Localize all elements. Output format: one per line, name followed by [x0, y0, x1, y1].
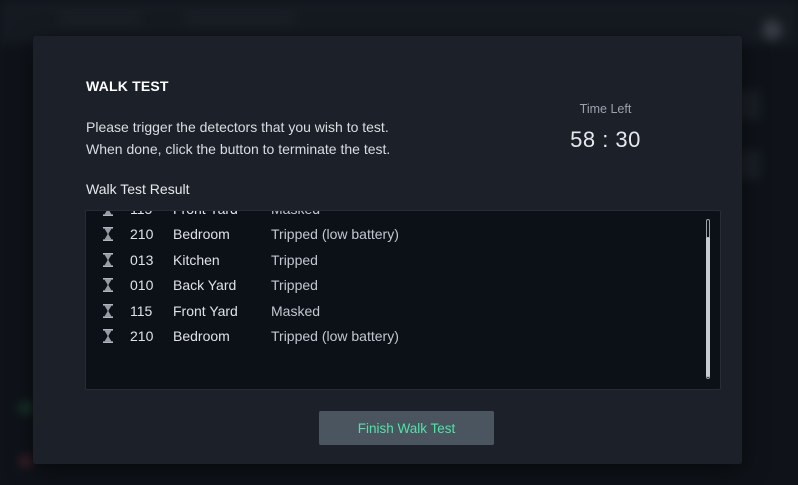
hourglass-icon: [100, 303, 116, 318]
detector-location: Bedroom: [173, 226, 230, 243]
detector-id: 010: [130, 277, 154, 294]
result-rows: 115Front YardMasked210BedroomTripped (lo…: [86, 211, 696, 350]
detector-status: Tripped: [271, 277, 318, 294]
hourglass-icon: [100, 278, 116, 293]
detector-location: Back Yard: [173, 277, 237, 294]
hourglass-icon: [100, 211, 116, 216]
hourglass-icon: [100, 329, 116, 344]
result-row: 210 Bedroom Tripped (low battery): [86, 324, 696, 350]
detector-location: Front Yard: [173, 211, 271, 217]
detector-location: Kitchen: [173, 251, 220, 268]
walk-test-dialog: WALK TEST Please trigger the detectors t…: [33, 36, 742, 464]
detector-location: Front Yard: [173, 302, 238, 319]
detector-id: 115: [130, 302, 153, 319]
detector-location: Bedroom: [173, 328, 230, 345]
walk-test-result-list[interactable]: 115Front YardMasked210BedroomTripped (lo…: [85, 210, 721, 390]
detector-status: Masked: [271, 211, 320, 217]
result-row: 115 Front YardMasked: [86, 211, 696, 222]
detector-id: 013: [130, 251, 154, 268]
detector-status: Masked: [271, 302, 321, 319]
time-left-label: Time Left: [579, 102, 632, 116]
result-row: 115 Front Yard Masked: [86, 298, 696, 324]
instruction-line-1: Please trigger the detectors that you wi…: [86, 119, 389, 135]
scrollbar-thumb[interactable]: [706, 237, 710, 377]
result-row: 013 Kitchen Tripped: [86, 247, 696, 273]
dialog-title: WALK TEST: [86, 78, 169, 94]
walk-test-result-label: Walk Test Result: [86, 181, 190, 197]
time-left-value: 58 : 30: [570, 127, 641, 152]
detector-id: 210: [130, 328, 154, 345]
detector-id: 210: [130, 226, 154, 243]
result-row: 210 Bedroom Tripped (low battery): [86, 222, 696, 248]
finish-walk-test-button[interactable]: Finish Walk Test: [319, 411, 494, 445]
detector-status: Tripped: [271, 251, 318, 268]
hourglass-icon: [100, 227, 116, 242]
instruction-line-2: When done, click the button to terminate…: [86, 141, 391, 157]
instructions-text: Please trigger the detectors that you wi…: [86, 116, 506, 160]
result-row: 010 Back Yard Tripped: [86, 273, 696, 299]
detector-status: Tripped (low battery): [271, 226, 399, 243]
detector-status: Tripped (low battery): [271, 328, 399, 345]
hourglass-icon: [100, 252, 116, 267]
detector-id: 115: [130, 211, 160, 217]
